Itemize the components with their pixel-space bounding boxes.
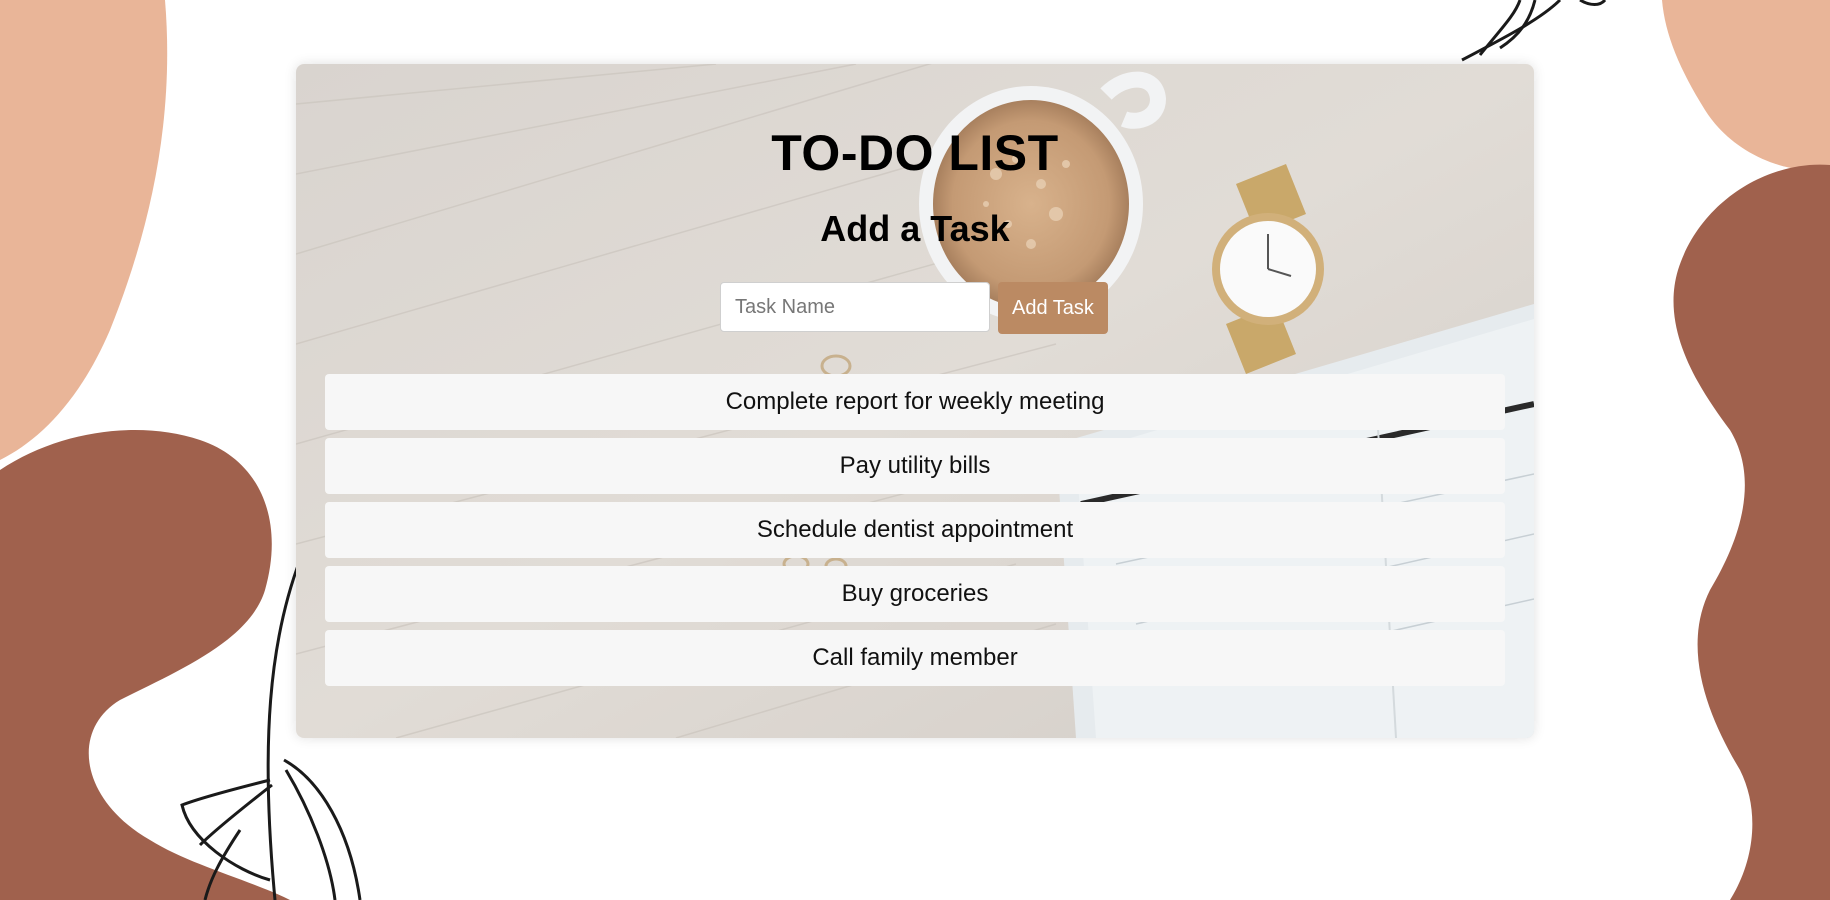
leaf-branch-right: [1461, 0, 1607, 62]
todo-card: TO-DO LIST Add a Task Add Task Complete …: [296, 64, 1534, 738]
page: TO-DO LIST Add a Task Add Task Complete …: [0, 0, 1830, 900]
task-item[interactable]: Schedule dentist appointment: [325, 502, 1505, 558]
peach-blob-left: [0, 0, 168, 460]
task-name-input[interactable]: [720, 282, 990, 332]
peach-blob-right: [1662, 0, 1830, 171]
task-list: Complete report for weekly meeting Pay u…: [325, 374, 1505, 694]
task-item[interactable]: Buy groceries: [325, 566, 1505, 622]
brown-blob-left: [0, 430, 290, 900]
page-title: TO-DO LIST: [771, 125, 1059, 181]
card-content: TO-DO LIST Add a Task Add Task Complete …: [296, 64, 1534, 738]
add-task-heading: Add a Task: [820, 208, 1010, 249]
add-task-form: Add Task: [720, 282, 1108, 334]
task-item[interactable]: Complete report for weekly meeting: [325, 374, 1505, 430]
add-task-button[interactable]: Add Task: [998, 282, 1108, 334]
task-item[interactable]: Pay utility bills: [325, 438, 1505, 494]
brown-blob-right: [1673, 164, 1830, 900]
task-item[interactable]: Call family member: [325, 630, 1505, 686]
